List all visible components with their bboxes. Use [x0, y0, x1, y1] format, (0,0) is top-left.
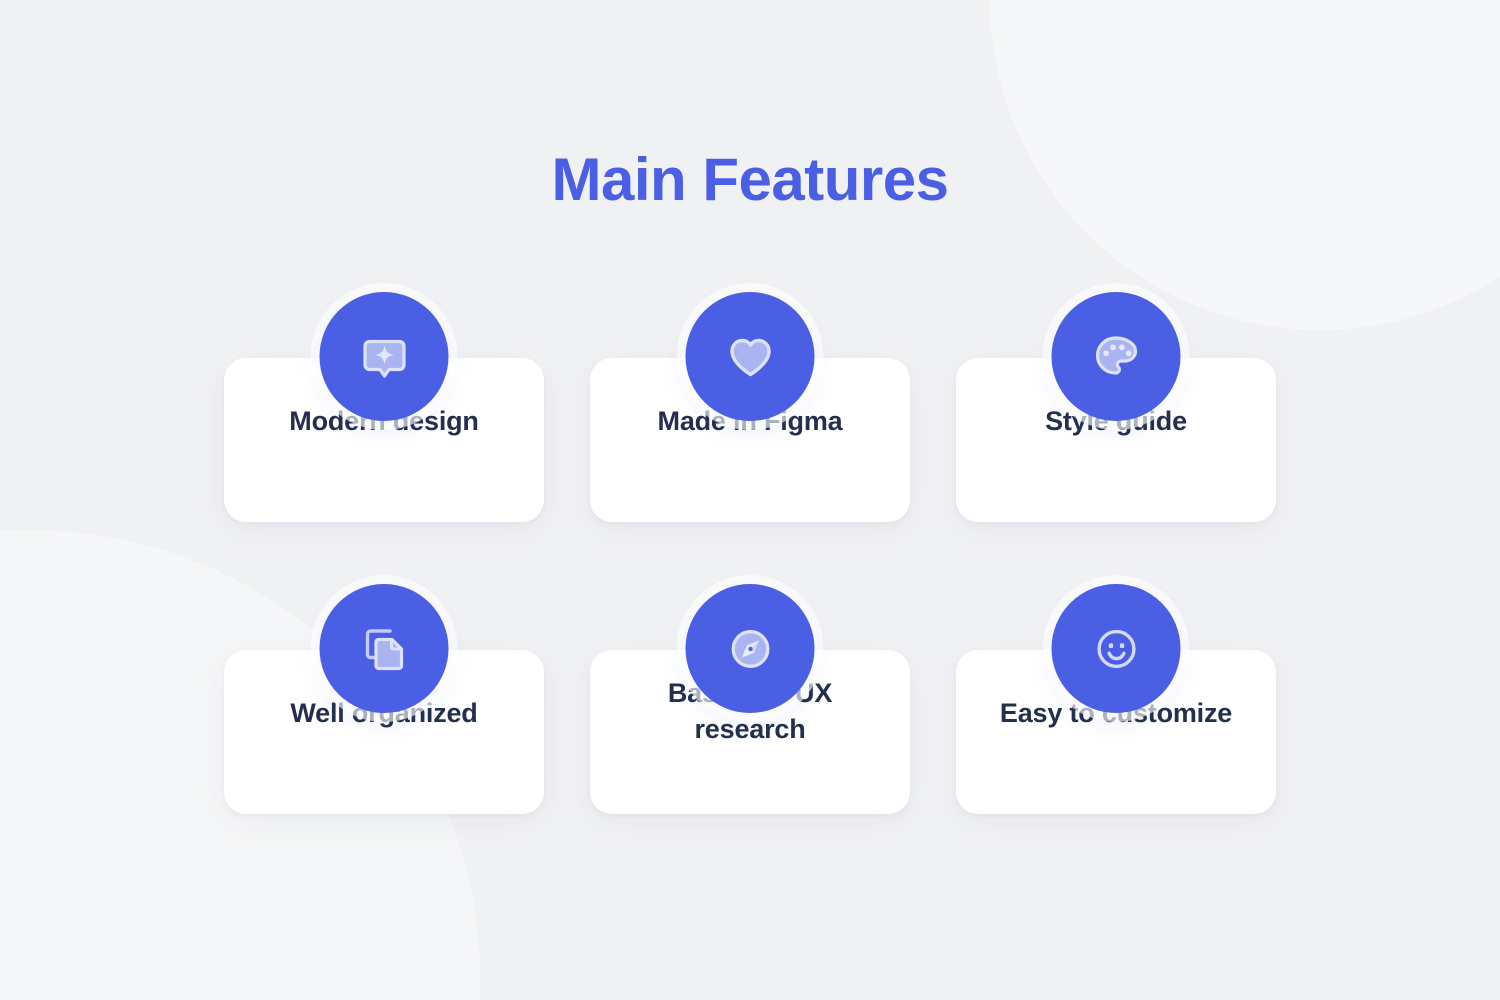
feature-card-well-organized[interactable]: Well organized	[224, 584, 544, 814]
heart-icon	[685, 292, 815, 421]
feature-card-based-on-ux-research[interactable]: Based on UX research	[590, 584, 910, 814]
features-grid: Modern design Made in Figma Style guide …	[0, 292, 1500, 814]
compass-icon	[685, 584, 815, 713]
copy-documents-icon	[319, 584, 449, 713]
features-row-1: Modern design Made in Figma Style guide	[224, 292, 1276, 522]
feature-card-easy-to-customize[interactable]: Easy to customize	[956, 584, 1276, 814]
feature-card-style-guide[interactable]: Style guide	[956, 292, 1276, 522]
palette-icon	[1051, 292, 1181, 421]
features-page: Main Features Modern design Made in Figm…	[0, 0, 1500, 1000]
features-row-2: Well organized Based on UX research	[224, 584, 1276, 814]
page-title: Main Features	[551, 146, 949, 213]
smiley-face-icon	[1051, 584, 1181, 713]
sparkle-message-icon	[319, 292, 449, 421]
feature-card-modern-design[interactable]: Modern design	[224, 292, 544, 522]
feature-card-made-in-figma[interactable]: Made in Figma	[590, 292, 910, 522]
